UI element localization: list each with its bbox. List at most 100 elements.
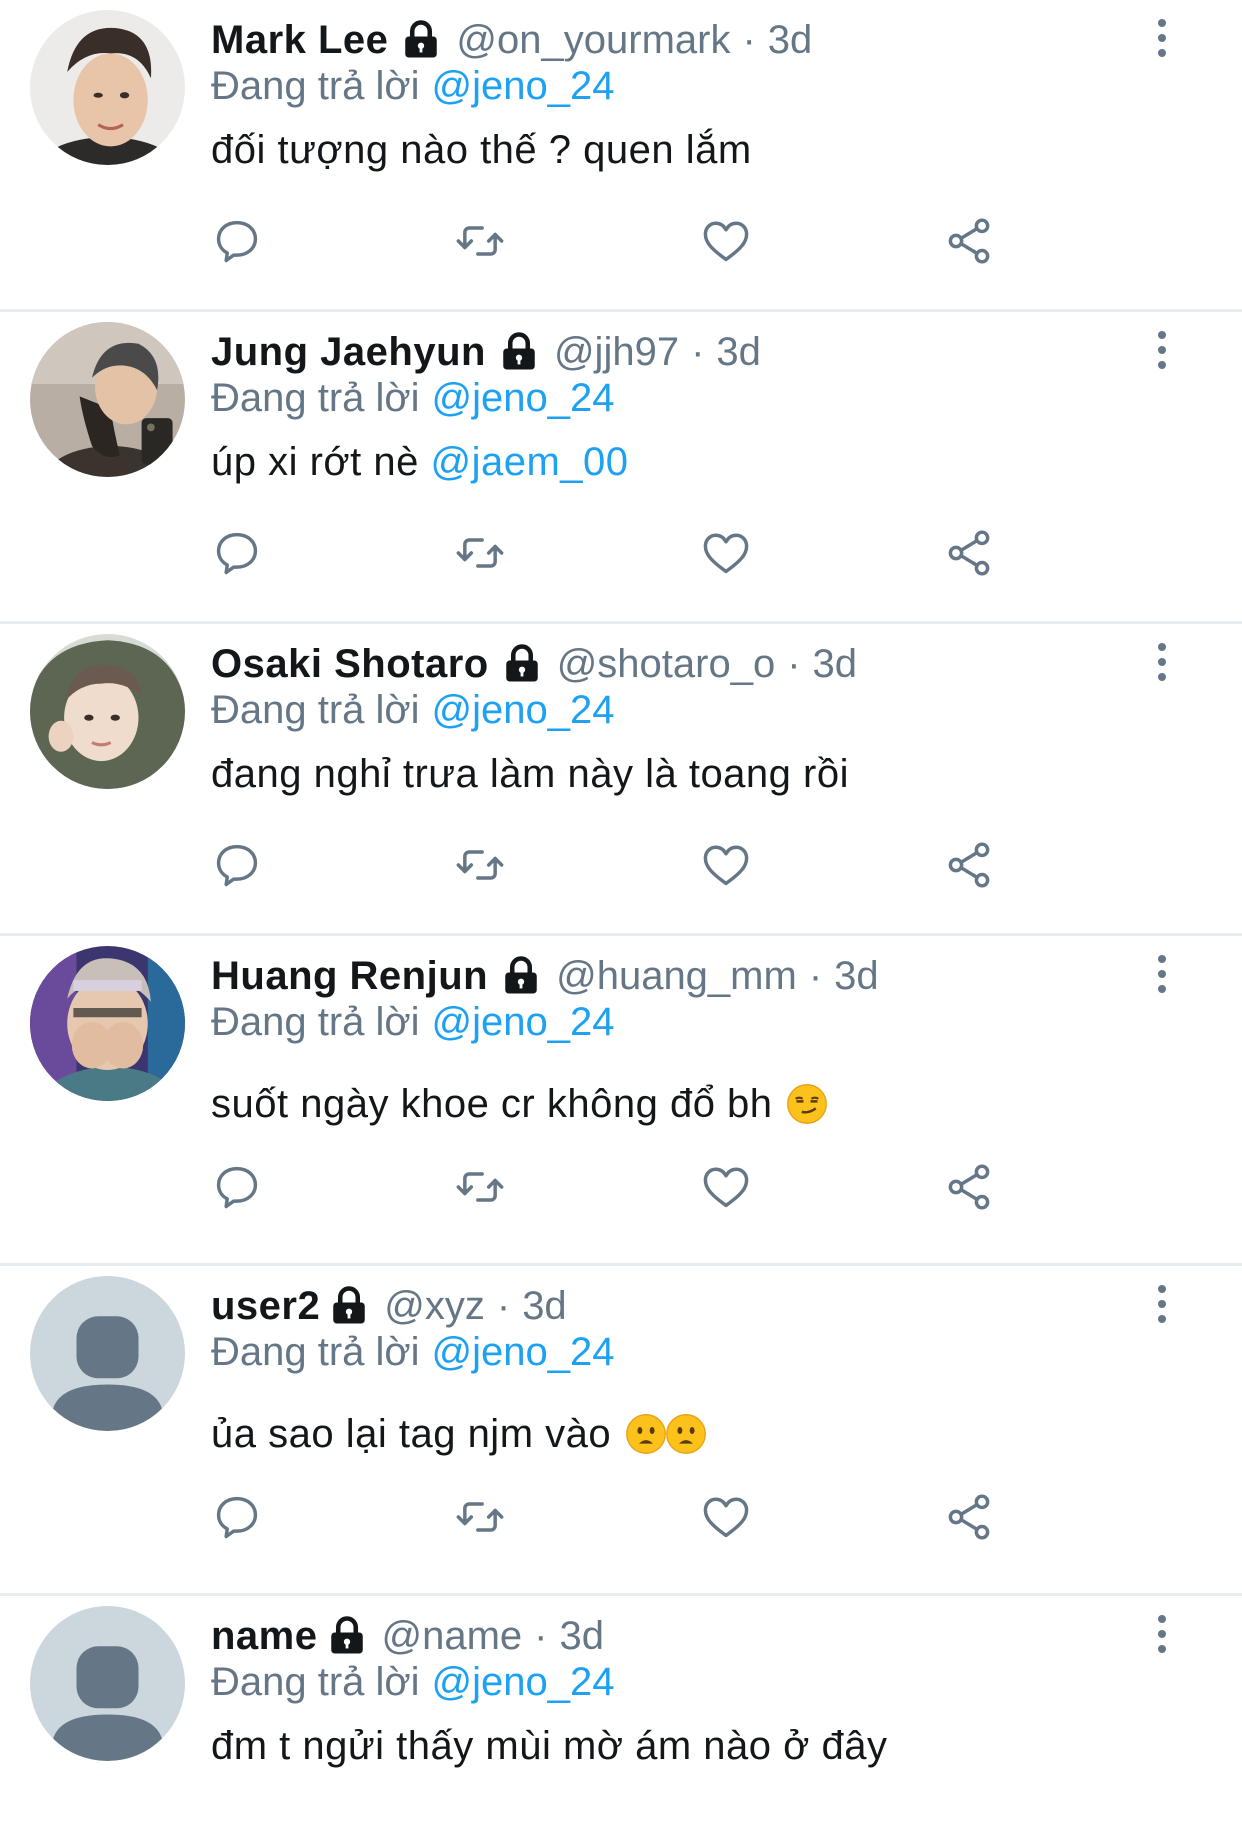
tweet-header: name @name · 3d <box>211 1610 1122 1662</box>
tweet-text-body: úp xi rớt nè <box>211 440 419 484</box>
separator-dot: · <box>691 329 705 374</box>
display-name[interactable]: Jung Jaehyun <box>211 330 486 375</box>
timestamp[interactable]: 3d <box>813 642 858 687</box>
timestamp[interactable]: 3d <box>768 18 813 63</box>
reply-feed: Mark Lee @on_yourmark · 3d Đang trả lời @… <box>0 0 1242 1836</box>
replying-to-label: Đang trả lời <box>211 1660 420 1704</box>
tweet-text: đang nghỉ trưa làm này là toang rồi <box>211 752 849 796</box>
tweet-header: Jung Jaehyun @jjh97 · 3d <box>211 326 1122 378</box>
frowning-face-emoji <box>665 1413 707 1455</box>
reply-mention-link[interactable]: @jeno_24 <box>432 1000 615 1044</box>
inline-mention-link[interactable]: @jaem_00 <box>431 440 629 484</box>
display-name[interactable]: Osaki Shotaro <box>211 642 489 687</box>
action-bar <box>0 1491 1242 1551</box>
reply-icon[interactable] <box>211 215 263 267</box>
frowning-face-emoji <box>625 1413 667 1455</box>
retweet-icon[interactable] <box>454 215 506 267</box>
reply-icon[interactable] <box>211 1491 263 1543</box>
replying-to: Đang trả lời @jeno_24 <box>211 1330 615 1375</box>
reply-icon[interactable] <box>211 839 263 891</box>
more-options-icon[interactable] <box>1152 1284 1172 1324</box>
tweet-item[interactable]: Mark Lee @on_yourmark · 3d Đang trả lời @… <box>0 0 1242 312</box>
replying-to-label: Đang trả lời <box>211 1330 420 1374</box>
tweet-text: đối tượng nào thế ? quen lắm <box>211 128 752 172</box>
timestamp[interactable]: 3d <box>834 954 879 999</box>
tweet-text-body: suốt ngày khoe cr không đổ bh <box>211 1082 773 1126</box>
like-icon[interactable] <box>700 527 752 579</box>
like-icon[interactable] <box>700 1161 752 1213</box>
more-options-icon[interactable] <box>1152 1614 1172 1654</box>
share-icon[interactable] <box>943 527 995 579</box>
avatar[interactable] <box>30 10 185 165</box>
tweet-header: Huang Renjun @huang_mm · 3d <box>211 950 1122 1002</box>
tweet-text: đm t ngửi thấy mùi mờ ám nào ở đây <box>211 1724 888 1768</box>
lock-icon <box>501 642 543 686</box>
display-name[interactable]: name <box>211 1614 318 1659</box>
retweet-icon[interactable] <box>454 527 506 579</box>
user-handle[interactable]: @on_yourmark <box>456 18 730 63</box>
reply-icon[interactable] <box>211 1161 263 1213</box>
display-name[interactable]: Huang Renjun <box>211 954 488 999</box>
retweet-icon[interactable] <box>454 839 506 891</box>
share-icon[interactable] <box>943 1161 995 1213</box>
reply-mention-link[interactable]: @jeno_24 <box>432 1660 615 1704</box>
lock-icon <box>498 330 540 374</box>
more-options-icon[interactable] <box>1152 330 1172 370</box>
user-handle[interactable]: @shotaro_o <box>557 642 776 687</box>
tweet-header: user2 @xyz · 3d <box>211 1280 1122 1332</box>
retweet-icon[interactable] <box>454 1491 506 1543</box>
more-options-icon[interactable] <box>1152 954 1172 994</box>
share-icon[interactable] <box>943 1491 995 1543</box>
reply-mention-link[interactable]: @jeno_24 <box>432 376 615 420</box>
tweet-header: Mark Lee @on_yourmark · 3d <box>211 14 1122 66</box>
retweet-icon[interactable] <box>454 1161 506 1213</box>
separator-dot: · <box>787 641 801 686</box>
action-bar <box>0 215 1242 275</box>
user-handle[interactable]: @huang_mm <box>556 954 797 999</box>
replying-to-label: Đang trả lời <box>211 688 420 732</box>
replying-to: Đang trả lời @jeno_24 <box>211 1000 615 1045</box>
tweet-item[interactable]: name @name · 3d Đang trả lời @jeno_24 đm … <box>0 1596 1242 1836</box>
like-icon[interactable] <box>700 215 752 267</box>
share-icon[interactable] <box>943 839 995 891</box>
tweet-item[interactable]: Huang Renjun @huang_mm · 3d Đang trả lời… <box>0 936 1242 1266</box>
timestamp[interactable]: 3d <box>716 330 761 375</box>
display-name[interactable]: Mark Lee <box>211 18 388 63</box>
separator-dot: · <box>534 1613 548 1658</box>
tweet-item[interactable]: Osaki Shotaro @shotaro_o · 3d Đang trả l… <box>0 624 1242 936</box>
user-handle[interactable]: @xyz <box>384 1284 485 1329</box>
lock-icon <box>500 954 542 998</box>
tweet-item[interactable]: user2 @xyz · 3d Đang trả lời @jeno_24 ủa … <box>0 1266 1242 1596</box>
action-bar <box>0 839 1242 899</box>
reply-mention-link[interactable]: @jeno_24 <box>432 64 615 108</box>
avatar[interactable] <box>30 1276 185 1431</box>
replying-to: Đang trả lời @jeno_24 <box>211 376 615 421</box>
smirking-face-emoji <box>786 1083 828 1125</box>
action-bar <box>0 1161 1242 1221</box>
share-icon[interactable] <box>943 215 995 267</box>
user-handle[interactable]: @jjh97 <box>554 330 679 375</box>
more-options-icon[interactable] <box>1152 642 1172 682</box>
reply-icon[interactable] <box>211 527 263 579</box>
user-handle[interactable]: @name <box>382 1614 523 1659</box>
tweet-text: ủa sao lại tag njm vào <box>211 1412 707 1457</box>
like-icon[interactable] <box>700 1491 752 1543</box>
separator-dot: · <box>808 953 823 998</box>
tweet-text: suốt ngày khoe cr không đổ bh <box>211 1082 828 1127</box>
more-options-icon[interactable] <box>1152 18 1172 58</box>
like-icon[interactable] <box>700 839 752 891</box>
lock-icon <box>328 1284 370 1328</box>
avatar[interactable] <box>30 1606 185 1761</box>
avatar[interactable] <box>30 634 185 789</box>
lock-icon <box>400 18 442 62</box>
tweet-item[interactable]: Jung Jaehyun @jjh97 · 3d Đang trả lời @je… <box>0 312 1242 624</box>
timestamp[interactable]: 3d <box>560 1614 605 1659</box>
avatar[interactable] <box>30 322 185 477</box>
tweet-text: úp xi rớt nè @jaem_00 <box>211 440 629 485</box>
timestamp[interactable]: 3d <box>522 1284 567 1329</box>
tweet-header: Osaki Shotaro @shotaro_o · 3d <box>211 638 1122 690</box>
avatar[interactable] <box>30 946 185 1101</box>
display-name[interactable]: user2 <box>211 1284 320 1329</box>
reply-mention-link[interactable]: @jeno_24 <box>432 688 615 732</box>
reply-mention-link[interactable]: @jeno_24 <box>432 1330 615 1374</box>
